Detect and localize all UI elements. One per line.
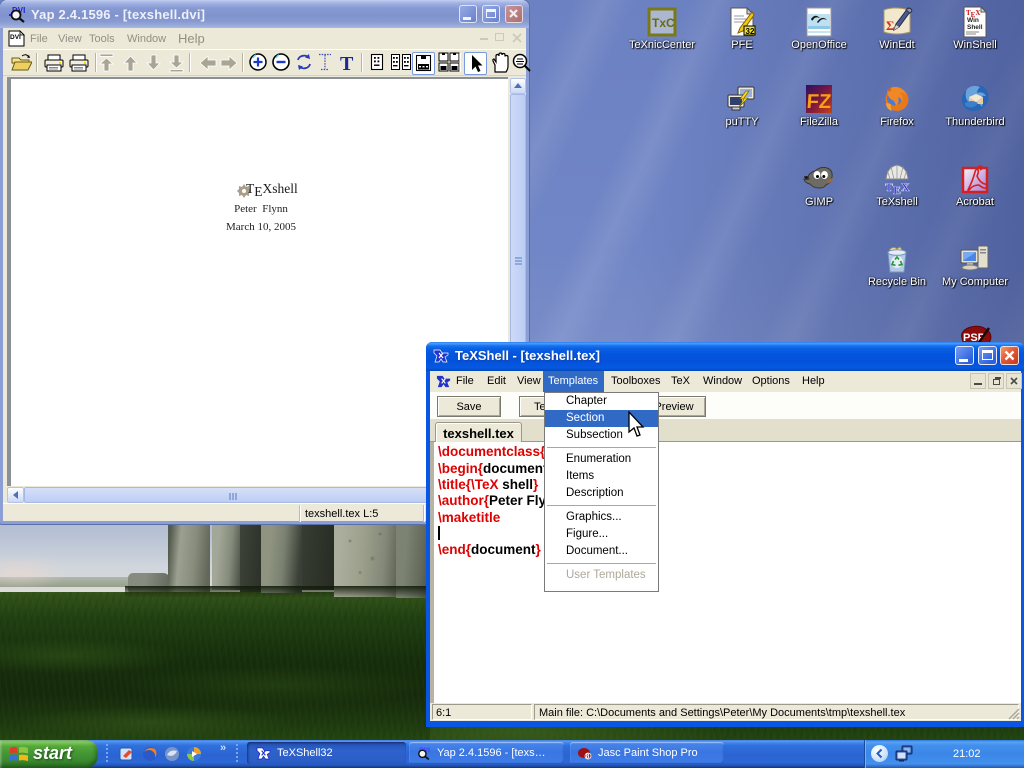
svg-text:Win: Win <box>967 17 979 24</box>
svg-text:Shell: Shell <box>967 24 983 31</box>
svg-text:T: T <box>340 53 354 74</box>
svg-text:DVI: DVI <box>10 34 21 41</box>
svg-text:TEX: TEX <box>885 180 910 195</box>
svg-text:8: 8 <box>586 754 590 761</box>
svg-text:32: 32 <box>746 27 755 36</box>
svg-text:TxC: TxC <box>652 16 675 30</box>
svg-text:FZ: FZ <box>806 91 832 113</box>
